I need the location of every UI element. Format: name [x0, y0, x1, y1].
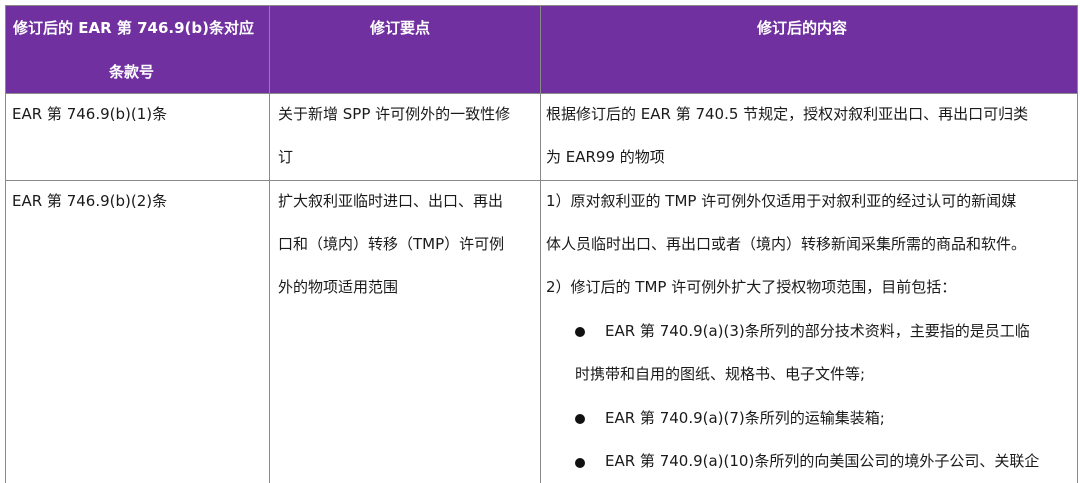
row2-content-line2: 体人员临时出口、再出口或者（境内）转移新闻采集所需的商品和软件。	[546, 235, 1027, 253]
column-divider-1	[269, 5, 270, 483]
column-divider-2	[540, 5, 541, 483]
header-revised-content: 修订后的内容	[757, 19, 848, 37]
row2-point-line2: 口和（境内）转移（TMP）许可例	[278, 235, 505, 253]
bullet-icon	[575, 327, 585, 337]
table-border-left	[5, 5, 6, 483]
row1-point-line2: 订	[278, 148, 294, 166]
row2-bullet3: EAR 第 740.9(a)(10)条所列的向美国公司的境外子公司、关联企	[605, 452, 1040, 470]
header-article-line2: 条款号	[109, 63, 155, 81]
row2-bullet2: EAR 第 740.9(a)(7)条所列的运输集装箱;	[605, 409, 885, 427]
row1-content-line1: 根据修订后的 EAR 第 740.5 节规定，授权对叙利亚出口、再出口可归类	[546, 105, 1029, 123]
row2-article-ref: EAR 第 746.9(b)(2)条	[12, 192, 168, 210]
row2-point-line1: 扩大叙利亚临时进口、出口、再出	[278, 192, 504, 210]
header-article-line1: 修订后的 EAR 第 746.9(b)条对应	[13, 19, 254, 37]
table-border-right	[1077, 5, 1078, 483]
row2-content-line3: 2）修订后的 TMP 许可例外扩大了授权物项范围，目前包括：	[546, 278, 957, 296]
row2-content-line1: 1）原对叙利亚的 TMP 许可例外仅适用于对叙利亚的经过认可的新闻媒	[546, 192, 1017, 210]
revision-table: 修订后的 EAR 第 746.9(b)条对应 条款号 修订要点 修订后的内容 E…	[5, 5, 1078, 483]
table-border-top	[5, 5, 1078, 6]
row1-content-line2: 为 EAR99 的物项	[546, 148, 665, 166]
bullet-icon	[575, 414, 585, 424]
row2-bullet1-line2: 时携带和自用的图纸、规格书、电子文件等;	[575, 365, 866, 383]
row2-point-line3: 外的物项适用范围	[278, 278, 399, 296]
row1-article-ref: EAR 第 746.9(b)(1)条	[12, 105, 168, 123]
bullet-icon	[575, 458, 585, 468]
row2-bullet1-line1: EAR 第 740.9(a)(3)条所列的部分技术资料，主要指的是员工临	[605, 322, 1030, 340]
row1-point-line1: 关于新增 SPP 许可例外的一致性修	[278, 105, 511, 123]
header-key-points: 修订要点	[370, 19, 431, 37]
